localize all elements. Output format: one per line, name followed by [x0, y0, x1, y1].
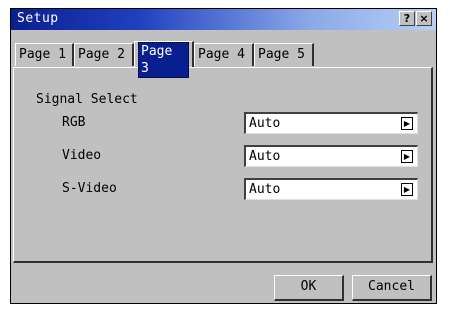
signal-select-label: Signal Select [36, 92, 138, 107]
ok-button[interactable]: OK [274, 275, 344, 301]
tab-page-4[interactable]: Page 4 [194, 43, 254, 66]
rgb-label: RGB [62, 115, 86, 130]
s-video-value: Auto [249, 182, 281, 197]
tab-page-1[interactable]: Page 1 [15, 43, 74, 66]
right-arrow-icon[interactable]: ▶ [401, 183, 413, 196]
tab-page-2[interactable]: Page 2 [74, 43, 134, 66]
tab-label: Page 3 [138, 42, 189, 78]
tab-label: Page 1 [19, 47, 66, 62]
tab-panel: Signal Select RGB Auto ▶ Video Auto ▶ S-… [13, 67, 433, 263]
right-arrow-icon[interactable]: ▶ [401, 150, 413, 163]
rgb-select[interactable]: Auto ▶ [244, 112, 418, 134]
tab-label: Page 4 [198, 47, 245, 62]
s-video-label: S-Video [62, 181, 117, 196]
s-video-select[interactable]: Auto ▶ [244, 178, 418, 200]
help-button[interactable]: ? [399, 11, 415, 26]
close-button[interactable]: × [416, 11, 432, 26]
setup-dialog: Setup ? × Page 1 Page 2 Page 3 Page 4 Pa… [10, 8, 437, 304]
rgb-value: Auto [249, 116, 281, 131]
window-title: Setup [17, 11, 59, 26]
tab-page-3[interactable]: Page 3 [134, 41, 194, 78]
title-bar[interactable]: Setup ? × [11, 9, 436, 30]
cancel-button[interactable]: Cancel [352, 275, 432, 301]
tab-label: Page 5 [258, 47, 305, 62]
right-arrow-icon[interactable]: ▶ [401, 117, 413, 130]
video-value: Auto [249, 149, 281, 164]
video-label: Video [62, 148, 102, 163]
video-select[interactable]: Auto ▶ [244, 145, 418, 167]
tab-page-5[interactable]: Page 5 [254, 43, 314, 66]
tab-label: Page 2 [78, 47, 125, 62]
tab-strip: Page 1 Page 2 Page 3 Page 4 Page 5 [11, 41, 436, 78]
